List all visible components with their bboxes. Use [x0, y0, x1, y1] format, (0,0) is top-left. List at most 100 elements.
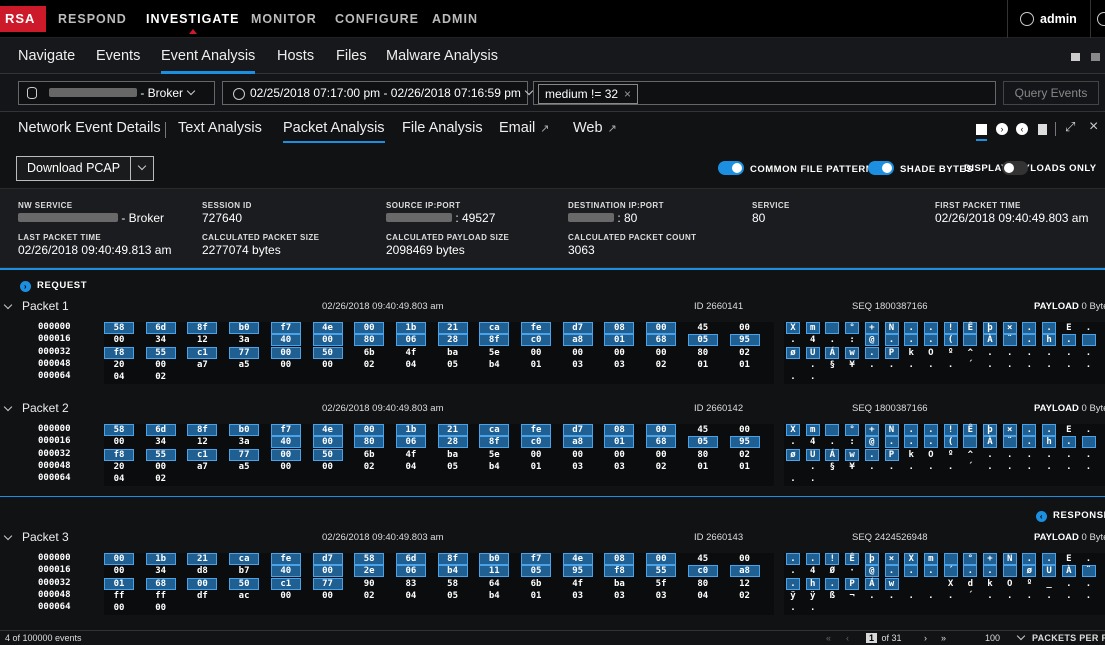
- ascii-char[interactable]: U: [1042, 565, 1057, 578]
- hex-byte[interactable]: 55: [145, 346, 176, 359]
- ascii-char[interactable]: .: [1082, 461, 1096, 473]
- ascii-char[interactable]: .: [884, 334, 899, 347]
- hex-byte[interactable]: 03: [563, 461, 593, 473]
- hex-byte[interactable]: 80: [688, 347, 718, 359]
- ascii-char[interactable]: .: [1061, 334, 1076, 347]
- hex-byte[interactable]: f7: [521, 553, 551, 565]
- ascii-char[interactable]: (: [943, 436, 958, 449]
- ascii-char[interactable]: .: [923, 436, 938, 449]
- ascii-char[interactable]: ¨: [1081, 565, 1096, 578]
- ascii-char[interactable]: .: [1082, 322, 1096, 334]
- hex-byte[interactable]: 55: [646, 565, 677, 578]
- hex-byte[interactable]: a7: [187, 461, 217, 473]
- hex-byte[interactable]: 00: [271, 461, 301, 473]
- ascii-char[interactable]: [786, 461, 800, 473]
- ascii-char[interactable]: .: [1082, 590, 1096, 602]
- subnav-files[interactable]: Files: [336, 38, 367, 74]
- ascii-char[interactable]: º: [1022, 578, 1036, 590]
- ascii-char[interactable]: .: [1022, 449, 1036, 461]
- rsa-logo[interactable]: RSA: [0, 6, 46, 32]
- ascii-char[interactable]: [924, 578, 938, 590]
- ascii-char[interactable]: .: [983, 449, 997, 461]
- ascii-char[interactable]: w: [884, 577, 899, 590]
- hex-byte[interactable]: 02: [146, 473, 176, 485]
- ascii-char[interactable]: .: [786, 553, 800, 565]
- request-only-icon[interactable]: ‹: [1016, 123, 1028, 135]
- hex-byte[interactable]: 50: [312, 346, 343, 359]
- hex-byte[interactable]: 40: [270, 565, 301, 578]
- ascii-char[interactable]: .: [1062, 359, 1076, 371]
- chevron-down-icon[interactable]: [3, 300, 13, 310]
- hex-byte[interactable]: d7: [562, 322, 593, 334]
- hex-byte[interactable]: 50: [229, 577, 260, 590]
- ascii-char[interactable]: .: [786, 577, 800, 590]
- hex-byte[interactable]: b7: [229, 565, 259, 577]
- ascii-char[interactable]: @: [864, 436, 879, 449]
- hex-byte[interactable]: df: [187, 590, 217, 602]
- ascii-char[interactable]: .: [1022, 436, 1037, 449]
- ascii-char[interactable]: :: [845, 334, 859, 346]
- service-selector[interactable]: - Broker: [18, 81, 215, 105]
- hex-byte[interactable]: 95: [562, 565, 593, 578]
- hex-byte[interactable]: d7: [562, 424, 593, 436]
- ascii-char[interactable]: .: [1003, 461, 1017, 473]
- ascii-char[interactable]: §: [825, 461, 839, 473]
- ascii-char[interactable]: P: [884, 448, 899, 461]
- ascii-char[interactable]: [943, 553, 958, 565]
- hex-byte[interactable]: ff: [104, 590, 134, 602]
- ascii-char[interactable]: .: [924, 359, 938, 371]
- ascii-char[interactable]: .: [1062, 578, 1076, 590]
- hex-byte[interactable]: b4: [479, 461, 509, 473]
- toggle-display-payloads-only[interactable]: DISPLAY PAYLOADS ONLY: [964, 161, 1097, 177]
- close-icon[interactable]: ×: [1089, 118, 1098, 136]
- hex-byte[interactable]: 68: [646, 436, 677, 449]
- ascii-char[interactable]: N: [1002, 553, 1017, 565]
- hex-byte[interactable]: 64: [479, 578, 509, 590]
- hex-byte[interactable]: 03: [604, 590, 634, 602]
- ascii-char[interactable]: ¨: [1002, 436, 1017, 449]
- hex-byte[interactable]: 02: [730, 449, 760, 461]
- hex-byte[interactable]: f7: [270, 424, 301, 436]
- hex-byte[interactable]: 03: [646, 590, 676, 602]
- hex-byte[interactable]: 1b: [395, 424, 426, 436]
- ascii-char[interactable]: X: [786, 322, 800, 334]
- ascii-char[interactable]: @: [864, 334, 879, 347]
- ascii-char[interactable]: [904, 578, 918, 590]
- hex-byte[interactable]: 1b: [395, 322, 426, 334]
- ascii-char[interactable]: X: [944, 578, 958, 590]
- hex-byte[interactable]: 00: [270, 448, 301, 461]
- hex-byte[interactable]: b4: [479, 359, 509, 371]
- ascii-char[interactable]: .: [786, 436, 800, 448]
- ascii-char[interactable]: À: [983, 334, 997, 347]
- ascii-char[interactable]: Á: [825, 346, 840, 359]
- ascii-char[interactable]: .: [1082, 578, 1096, 590]
- hex-byte[interactable]: ba: [438, 347, 468, 359]
- ascii-char[interactable]: h: [1042, 436, 1057, 449]
- request-section-header[interactable]: › REQUEST: [20, 277, 87, 295]
- hex-byte[interactable]: 6b: [354, 449, 384, 461]
- ascii-char[interactable]: ´: [963, 461, 977, 473]
- ascii-char[interactable]: .: [865, 590, 879, 602]
- ascii-char[interactable]: d: [963, 578, 977, 590]
- ascii-char[interactable]: .: [944, 359, 958, 371]
- hex-byte[interactable]: 08: [604, 424, 635, 436]
- hex-byte[interactable]: 02: [730, 347, 760, 359]
- tab-text-analysis[interactable]: Text Analysis: [178, 120, 262, 136]
- page-selector[interactable]: 1 of 31: [864, 633, 902, 643]
- ascii-char[interactable]: .: [1082, 553, 1096, 565]
- ascii-char[interactable]: 4: [806, 565, 820, 577]
- hex-byte[interactable]: 04: [396, 590, 426, 602]
- hex-byte[interactable]: 21: [437, 424, 468, 436]
- hex-byte[interactable]: 28: [437, 334, 468, 347]
- hex-byte[interactable]: fe: [521, 424, 551, 436]
- ascii-char[interactable]: ø: [786, 448, 800, 461]
- ascii-char[interactable]: .: [1042, 359, 1056, 371]
- ascii-char[interactable]: .: [806, 473, 820, 485]
- hex-byte[interactable]: 8f: [479, 334, 510, 347]
- hex-byte[interactable]: 11: [479, 565, 510, 578]
- hex-byte[interactable]: 00: [104, 553, 134, 565]
- hex-byte[interactable]: 02: [730, 590, 760, 602]
- subnav-navigate[interactable]: Navigate: [18, 38, 75, 74]
- hex-byte[interactable]: c1: [270, 577, 301, 590]
- hex-byte[interactable]: 00: [730, 322, 760, 334]
